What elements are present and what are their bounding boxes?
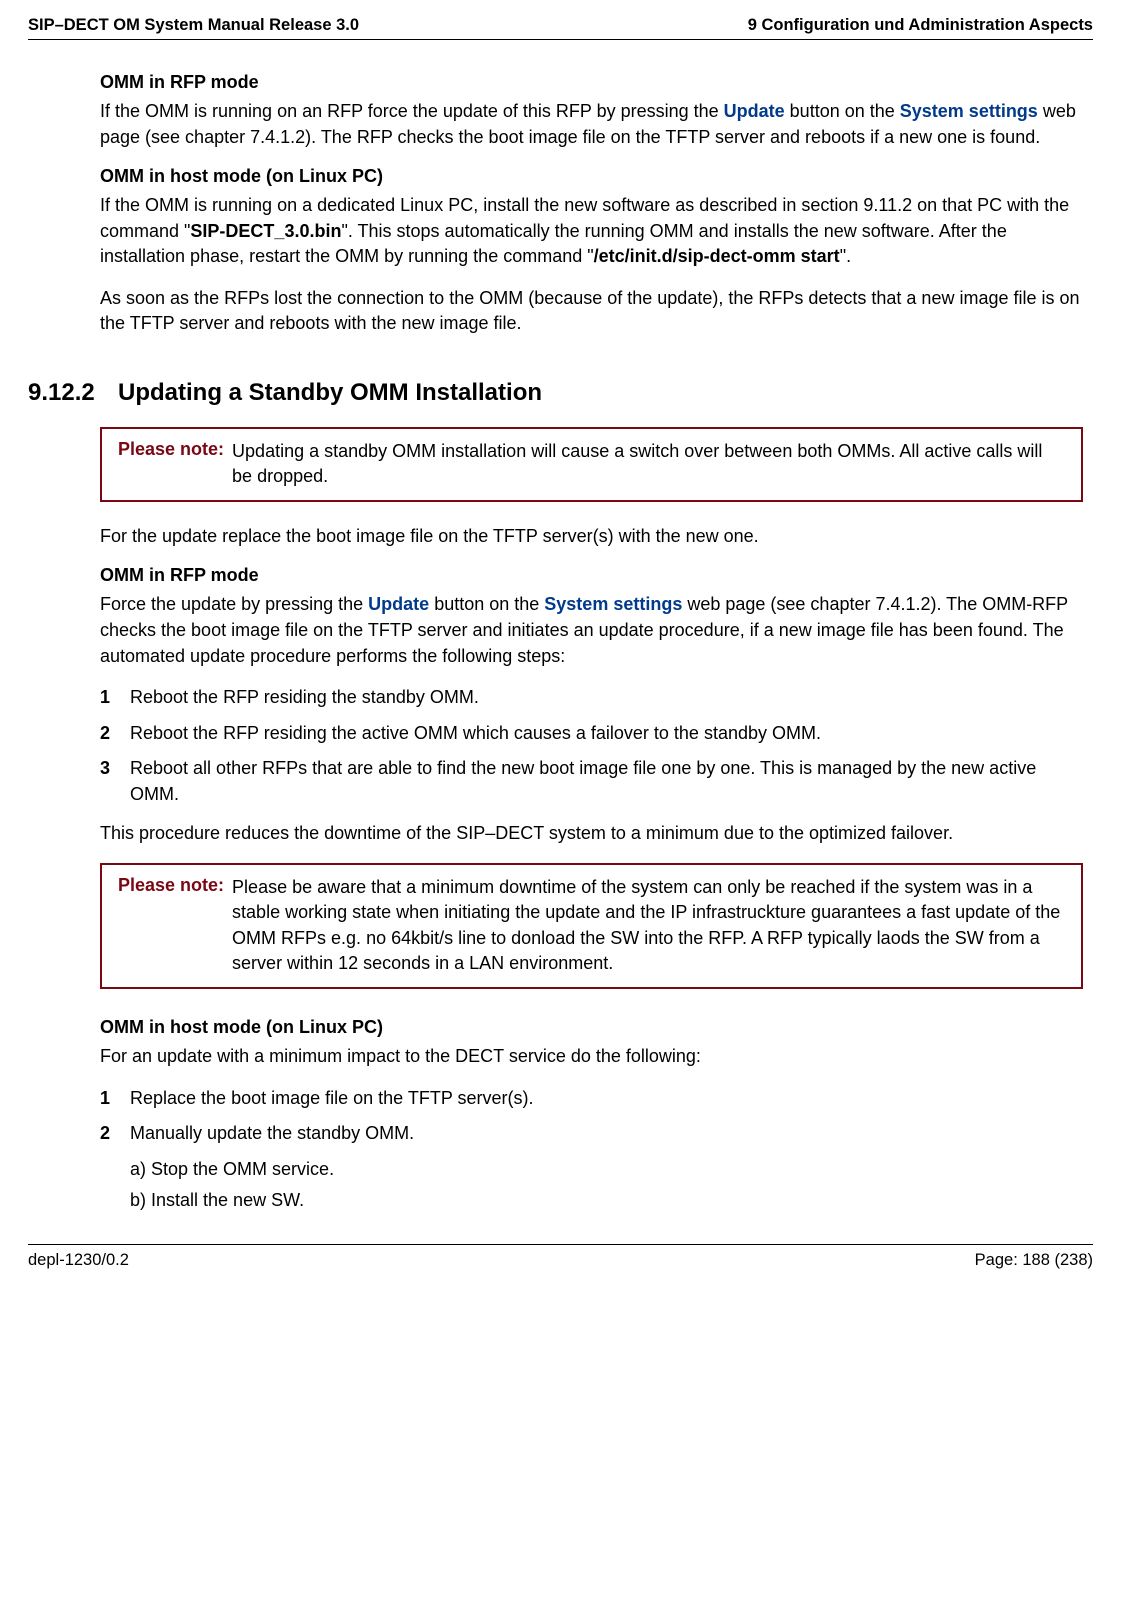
command-text: /etc/init.d/sip-dect-omm start bbox=[594, 246, 840, 266]
subsection-heading: OMM in host mode (on Linux PC) bbox=[100, 166, 1083, 187]
list-item: 1 Replace the boot image file on the TFT… bbox=[100, 1086, 1083, 1112]
list-item: 2 Manually update the standby OMM. bbox=[100, 1121, 1083, 1147]
section-heading: 9.12.2 Updating a Standby OMM Installati… bbox=[28, 379, 1083, 407]
footer-left: depl-1230/0.2 bbox=[28, 1251, 129, 1270]
link-update[interactable]: Update bbox=[368, 594, 429, 614]
paragraph: For the update replace the boot image fi… bbox=[100, 524, 1083, 550]
subsection-heading: OMM in RFP mode bbox=[100, 72, 1083, 93]
main-content: OMM in RFP mode If the OMM is running on… bbox=[28, 72, 1093, 1214]
note-text: Please be aware that a minimum downtime … bbox=[232, 875, 1065, 977]
link-system-settings[interactable]: System settings bbox=[900, 101, 1038, 121]
list-item: 3 Reboot all other RFPs that are able to… bbox=[100, 756, 1083, 807]
list-number: 1 bbox=[100, 1086, 130, 1112]
paragraph: For an update with a minimum impact to t… bbox=[100, 1044, 1083, 1070]
list-number: 2 bbox=[100, 1121, 130, 1147]
subsection-heading: OMM in RFP mode bbox=[100, 565, 1083, 586]
header-right: 9 Configuration und Administration Aspec… bbox=[748, 16, 1093, 35]
list-text: Replace the boot image file on the TFTP … bbox=[130, 1086, 534, 1112]
page-footer: depl-1230/0.2 Page: 188 (238) bbox=[28, 1244, 1093, 1290]
list-text: Reboot the RFP residing the active OMM w… bbox=[130, 721, 821, 747]
page-header: SIP–DECT OM System Manual Release 3.0 9 … bbox=[28, 16, 1093, 40]
sub-list-item: a) Stop the OMM service. bbox=[130, 1157, 1083, 1183]
list-number: 1 bbox=[100, 685, 130, 711]
list-text: Manually update the standby OMM. bbox=[130, 1121, 414, 1147]
list-number: 2 bbox=[100, 721, 130, 747]
list-number: 3 bbox=[100, 756, 130, 782]
header-left: SIP–DECT OM System Manual Release 3.0 bbox=[28, 16, 359, 35]
numbered-list: 1 Reboot the RFP residing the standby OM… bbox=[100, 685, 1083, 807]
note-label: Please note: bbox=[118, 439, 232, 460]
link-update[interactable]: Update bbox=[724, 101, 785, 121]
sub-list-item: b) Install the new SW. bbox=[130, 1188, 1083, 1214]
note-label: Please note: bbox=[118, 875, 232, 896]
note-box: Please note: Updating a standby OMM inst… bbox=[100, 427, 1083, 502]
note-box: Please note: Please be aware that a mini… bbox=[100, 863, 1083, 989]
note-text: Updating a standby OMM installation will… bbox=[232, 439, 1065, 490]
footer-right: Page: 188 (238) bbox=[975, 1251, 1093, 1270]
paragraph: This procedure reduces the downtime of t… bbox=[100, 821, 1083, 847]
sub-list: a) Stop the OMM service. b) Install the … bbox=[100, 1157, 1083, 1214]
list-item: 1 Reboot the RFP residing the standby OM… bbox=[100, 685, 1083, 711]
subsection-heading: OMM in host mode (on Linux PC) bbox=[100, 1017, 1083, 1038]
list-item: 2 Reboot the RFP residing the active OMM… bbox=[100, 721, 1083, 747]
section-number: 9.12.2 bbox=[28, 379, 118, 407]
list-text: Reboot all other RFPs that are able to f… bbox=[130, 756, 1083, 807]
paragraph: If the OMM is running on a dedicated Lin… bbox=[100, 193, 1083, 270]
paragraph: As soon as the RFPs lost the connection … bbox=[100, 286, 1083, 337]
numbered-list: 1 Replace the boot image file on the TFT… bbox=[100, 1086, 1083, 1214]
paragraph: If the OMM is running on an RFP force th… bbox=[100, 99, 1083, 150]
paragraph: Force the update by pressing the Update … bbox=[100, 592, 1083, 669]
link-system-settings[interactable]: System settings bbox=[544, 594, 682, 614]
section-title: Updating a Standby OMM Installation bbox=[118, 379, 542, 407]
list-text: Reboot the RFP residing the standby OMM. bbox=[130, 685, 479, 711]
command-text: SIP-DECT_3.0.bin bbox=[190, 221, 341, 241]
